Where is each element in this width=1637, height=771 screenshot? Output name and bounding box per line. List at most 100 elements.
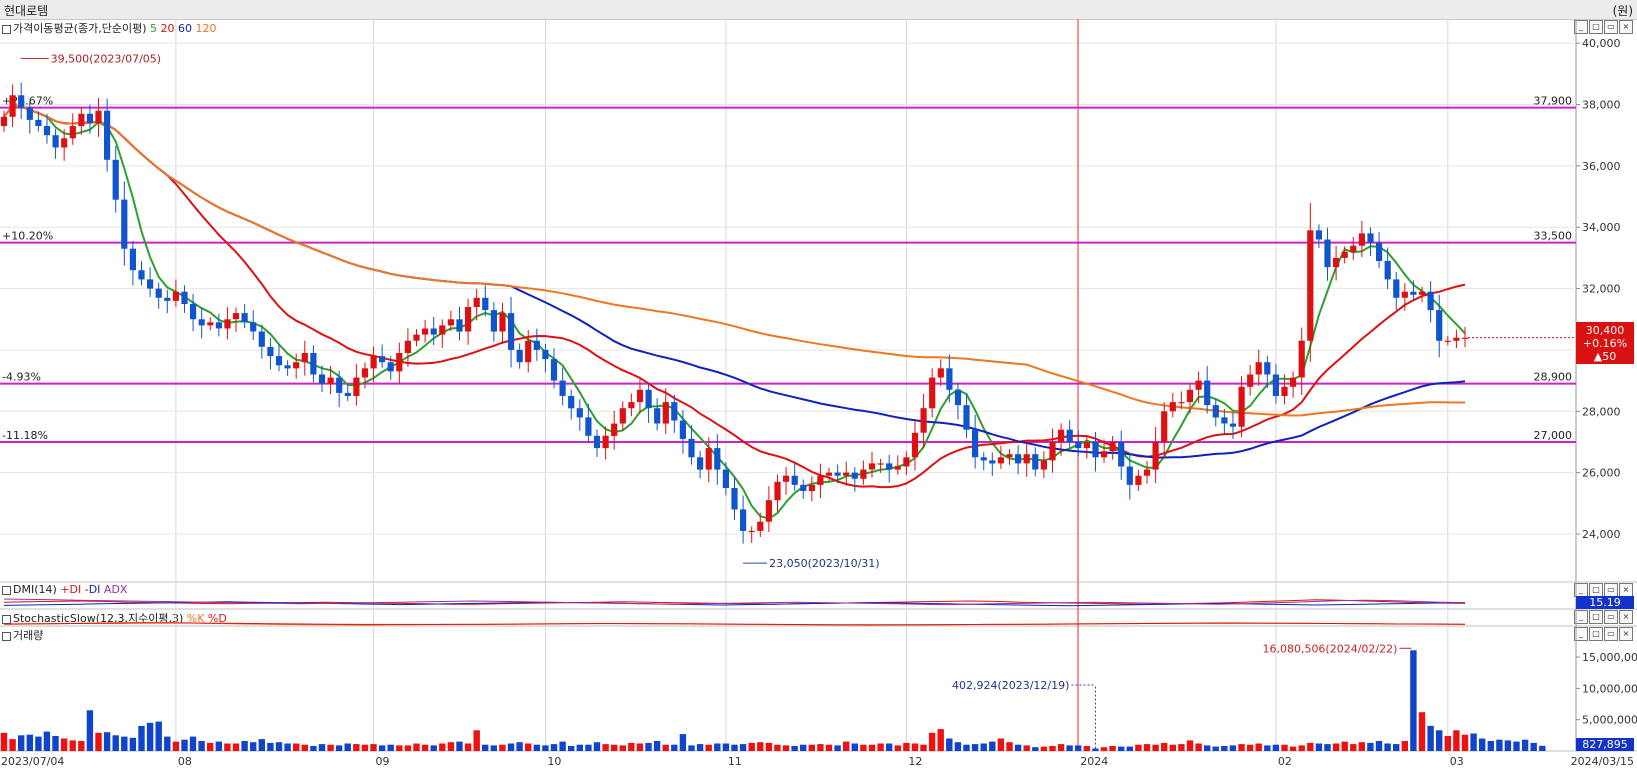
candlestick: [198, 307, 205, 339]
candle-body: [1272, 374, 1279, 396]
volume-bar: [903, 742, 910, 751]
candlestick: [980, 452, 987, 471]
candlestick: [147, 267, 154, 298]
volume-max-annotation: 16,080,506(2024/02/22): [1262, 642, 1397, 655]
volume-bar: [1109, 746, 1116, 751]
candle-body: [817, 475, 824, 485]
candlestick: [138, 261, 145, 286]
high-annotation: 39,500(2023/07/05): [51, 53, 161, 66]
candle-body: [43, 126, 51, 136]
time-axis: 2023/07/04 08 09 10 11 12 2024 02 03 2024/03/15: [1, 755, 1634, 768]
volume-bar: [1479, 738, 1486, 751]
price-axis-label: 40,000: [1582, 37, 1621, 50]
volume-bar: [1023, 745, 1030, 751]
candle-body: [946, 368, 953, 390]
candle-body: [593, 435, 601, 449]
volume-bar: [1367, 742, 1374, 751]
volume-bar: [1040, 746, 1048, 751]
dmi-lines: [3, 598, 1466, 607]
volume-bar: [1169, 744, 1176, 751]
candle-body: [413, 334, 420, 341]
candle-body: [654, 408, 661, 424]
candlestick: [52, 128, 59, 159]
volume-bar: [989, 741, 996, 751]
candle-body: [963, 405, 970, 430]
volume-bar: [207, 742, 214, 751]
candle-body: [1152, 442, 1159, 470]
volume-bar: [662, 744, 669, 751]
volume-bar: [894, 745, 901, 751]
candlestick: [155, 282, 162, 309]
candlestick: [593, 429, 601, 457]
volume-bar: [628, 742, 635, 751]
volume-value-box: 827,895: [1576, 738, 1634, 751]
volume-bar: [224, 743, 231, 751]
volume-bar: [585, 744, 592, 751]
volume-bar: [421, 744, 429, 751]
volume-axis: 15,000,000 10,000,000 5,000,000: [1576, 651, 1637, 727]
candle-body: [611, 423, 618, 436]
candle-body: [267, 346, 274, 357]
candle-body: [954, 389, 962, 406]
candle-body: [293, 362, 300, 369]
volume-bar: [533, 744, 540, 751]
volume-bar: [250, 742, 257, 751]
volume-bar: [146, 722, 154, 751]
volume-bar: [748, 742, 755, 751]
volume-bar: [997, 738, 1005, 751]
volume-bar: [1418, 712, 1426, 751]
volume-bar: [696, 744, 704, 751]
candle-body: [1169, 402, 1176, 412]
candlestick: [636, 377, 644, 414]
level-price-label: 33,500: [1534, 230, 1573, 243]
price-axis-label: 32,000: [1582, 283, 1621, 296]
volume-bar: [928, 732, 936, 751]
candle-body: [843, 472, 850, 476]
volume-bar: [507, 743, 515, 751]
candle-body: [465, 307, 472, 332]
candlestick: [482, 285, 489, 317]
volume-bar: [112, 735, 119, 751]
candlestick: [783, 467, 790, 495]
candlestick: [791, 463, 798, 491]
volume-bar: [1307, 742, 1314, 751]
candlestick: [1341, 246, 1348, 264]
candlestick: [1032, 447, 1039, 477]
volume-bar: [275, 742, 283, 751]
candle-body: [576, 408, 583, 418]
candle-body: [765, 500, 772, 522]
stock-chart-canvas[interactable]: +24.67% 37,900+10.20% 33,500-4.93% 28,900-1…: [0, 0, 1637, 771]
volume-bar: [378, 745, 386, 751]
candlestick: [1350, 237, 1357, 260]
volume-bar: [0, 732, 8, 751]
time-axis-label: 03: [1450, 755, 1464, 768]
candle-body: [1083, 442, 1090, 449]
candlestick: [997, 445, 1004, 469]
volume-bar: [267, 742, 274, 751]
candle-body: [1143, 469, 1151, 476]
dmi-value: 15.19: [1589, 596, 1621, 609]
candle-body: [972, 429, 979, 458]
candlestick: [336, 370, 343, 408]
volume-bar: [757, 742, 764, 751]
candle-body: [52, 135, 59, 148]
volume-bar: [1393, 744, 1400, 751]
candlestick: [95, 98, 102, 137]
volume-bar: [413, 743, 420, 751]
candle-body: [1238, 386, 1245, 427]
candlestick: [645, 382, 652, 423]
candlestick: [508, 296, 515, 368]
candlestick: [602, 426, 609, 460]
candle-body: [705, 448, 712, 470]
ma120-line: [3, 105, 1465, 417]
volume-bar: [808, 744, 815, 751]
candlestick: [1298, 327, 1305, 396]
candle-body: [336, 377, 343, 393]
candle-body: [1281, 386, 1288, 396]
volume-bar: [52, 736, 59, 751]
level-percent-label: +10.20%: [2, 230, 53, 243]
candle-body: [361, 368, 369, 378]
candle-body: [224, 319, 231, 329]
candle-body: [301, 353, 308, 363]
candle-body: [1118, 442, 1125, 467]
